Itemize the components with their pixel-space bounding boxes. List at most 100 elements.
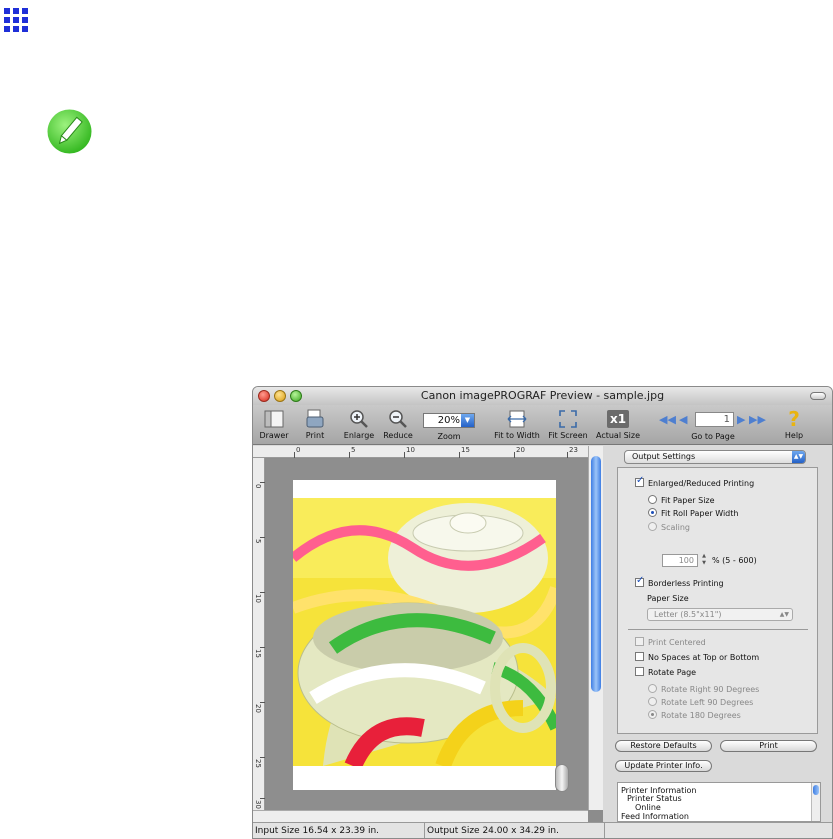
help-icon: ? (788, 407, 800, 431)
borderless-printing-checkbox[interactable]: Borderless Printing (635, 576, 724, 589)
input-size-text: Input Size 16.54 x 23.39 in. (253, 823, 425, 838)
page-number-input[interactable]: 1 (695, 412, 734, 427)
reduce-label: Reduce (383, 431, 413, 440)
help-button[interactable]: ? Help (781, 408, 807, 441)
update-printer-info-button[interactable]: Update Printer Info. (615, 760, 712, 772)
fit-roll-paper-width-label: Fit Roll Paper Width (661, 509, 739, 518)
ruler-v-label: 5 (254, 539, 262, 544)
window-title: Canon imagePROGRAF Preview - sample.jpg (420, 389, 665, 402)
title-bar: Canon imagePROGRAF Preview - sample.jpg (253, 387, 832, 405)
zoom-select[interactable]: 20% ▼ (423, 413, 475, 428)
horizontal-ruler: 0 5 10 15 20 23 (253, 446, 588, 458)
print-centered-checkbox[interactable]: Print Centered (635, 637, 706, 648)
note-pencil-icon (47, 109, 92, 154)
paper-size-select[interactable]: Letter (8.5"x11") ▲▼ (647, 608, 793, 621)
ruler-v-label: 30 (254, 800, 262, 809)
zoom-window-button[interactable] (290, 390, 302, 402)
fit-roll-paper-width-radio[interactable]: Fit Roll Paper Width (648, 508, 738, 519)
paper-size-value: Letter (8.5"x11") (654, 610, 722, 619)
print-button[interactable]: Print (720, 740, 817, 752)
settings-section-value: Output Settings (632, 452, 696, 461)
divider (628, 629, 808, 630)
grid-menu-icon (4, 8, 28, 32)
reduce-button[interactable]: Reduce (381, 408, 415, 441)
preview-area: 0 5 10 15 20 23 0 5 10 15 20 25 30 (253, 446, 603, 822)
fit-screen-button[interactable]: Fit Screen (546, 408, 590, 441)
last-page-icon[interactable]: ▶▶ (749, 413, 766, 426)
popup-arrows-icon[interactable]: ▲▼ (792, 451, 805, 463)
scaling-range-label: % (5 - 600) (712, 556, 757, 565)
zoom-dropdown-icon[interactable]: ▼ (461, 414, 474, 427)
scaling-label: Scaling (661, 523, 690, 532)
borderless-printing-label: Borderless Printing (648, 579, 724, 588)
go-to-page-label: Go to Page (691, 432, 735, 441)
toolbar: Drawer Print Enlarge Reduce 20% ▼ Zoom F… (253, 405, 832, 445)
enlarge-label: Enlarge (343, 431, 375, 440)
preview-vertical-scrollbar[interactable] (588, 446, 603, 810)
print-label: Print (305, 431, 325, 440)
no-spaces-checkbox[interactable]: No Spaces at Top or Bottom (635, 652, 759, 663)
sample-photo (293, 498, 556, 766)
feed-information-label: Feed Information (621, 812, 689, 821)
ruler-h-label: 23 (569, 446, 578, 454)
ruler-v-label: 15 (254, 649, 262, 658)
drawer-button[interactable]: Drawer (257, 408, 291, 441)
output-size-text: Output Size 24.00 x 34.29 in. (425, 823, 605, 838)
enlarged-reduced-label: Enlarged/Reduced Printing (648, 479, 755, 488)
ruler-h-label: 20 (516, 446, 525, 454)
fit-paper-size-radio[interactable]: Fit Paper Size (648, 495, 715, 506)
rotate-right-90-label: Rotate Right 90 Degrees (661, 685, 760, 694)
printer-icon (306, 409, 324, 428)
enlarged-reduced-checkbox[interactable]: Enlarged/Reduced Printing (635, 476, 755, 489)
vertical-scroll-thumb[interactable] (591, 456, 601, 692)
info-scrollbar[interactable] (811, 783, 820, 821)
settings-panel: Output Settings ▲▼ Enlarged/Reduced Prin… (611, 446, 832, 822)
print-toolbar-button[interactable]: Print (301, 408, 329, 441)
fit-to-width-button[interactable]: Fit to Width (493, 408, 541, 441)
help-label: Help (784, 431, 804, 440)
fit-to-width-icon (507, 410, 527, 428)
ruler-v-label: 20 (254, 704, 262, 713)
scaling-input[interactable]: 100 (662, 554, 698, 567)
roll-paper-end (555, 764, 569, 792)
rotate-right-90-radio[interactable]: Rotate Right 90 Degrees (648, 684, 759, 695)
previous-page-icon[interactable]: ◀ (679, 413, 687, 426)
print-centered-label: Print Centered (648, 638, 706, 647)
minimize-window-button[interactable] (274, 390, 286, 402)
zoom-value: 20% (437, 415, 460, 426)
zoom-in-icon (350, 410, 368, 428)
ruler-v-label: 0 (254, 484, 262, 489)
rotate-left-90-label: Rotate Left 90 Degrees (661, 698, 754, 707)
toolbar-toggle-button[interactable] (810, 392, 826, 400)
printer-info-list[interactable]: Printer Information Printer Status Onlin… (617, 782, 821, 822)
settings-section-select[interactable]: Output Settings ▲▼ (624, 450, 806, 464)
preview-window: Canon imagePROGRAF Preview - sample.jpg … (252, 386, 833, 839)
rotate-page-checkbox[interactable]: Rotate Page (635, 667, 696, 678)
zoom-label: Zoom (437, 432, 461, 441)
drawer-icon (264, 410, 284, 428)
select-arrows-icon: ▲▼ (779, 611, 789, 618)
ruler-h-label: 0 (296, 446, 301, 454)
ruler-v-label: 10 (254, 594, 262, 603)
zoom-out-icon (389, 410, 407, 428)
status-bar: Input Size 16.54 x 23.39 in. Output Size… (253, 822, 832, 838)
info-scroll-thumb[interactable] (813, 785, 819, 795)
drawer-label: Drawer (259, 431, 289, 440)
scaling-radio[interactable]: Scaling (648, 522, 690, 533)
next-page-icon[interactable]: ▶ (737, 413, 745, 426)
enlarge-button[interactable]: Enlarge (341, 408, 377, 441)
actual-size-icon: x1 (607, 410, 629, 428)
first-page-icon[interactable]: ◀◀ (659, 413, 676, 426)
ruler-v-label: 25 (254, 759, 262, 768)
scaling-stepper-icon[interactable]: ▲ ▼ (700, 553, 708, 568)
restore-defaults-button[interactable]: Restore Defaults (615, 740, 712, 752)
ruler-h-label: 15 (461, 446, 470, 454)
actual-size-button[interactable]: x1 Actual Size (595, 408, 641, 441)
preview-horizontal-scrollbar[interactable] (253, 810, 588, 822)
rotate-180-radio[interactable]: Rotate 180 Degrees (648, 710, 741, 721)
close-window-button[interactable] (258, 390, 270, 402)
fit-screen-label: Fit Screen (548, 431, 588, 440)
ruler-h-label: 5 (351, 446, 356, 454)
rotate-left-90-radio[interactable]: Rotate Left 90 Degrees (648, 697, 753, 708)
ruler-h-label: 10 (406, 446, 415, 454)
